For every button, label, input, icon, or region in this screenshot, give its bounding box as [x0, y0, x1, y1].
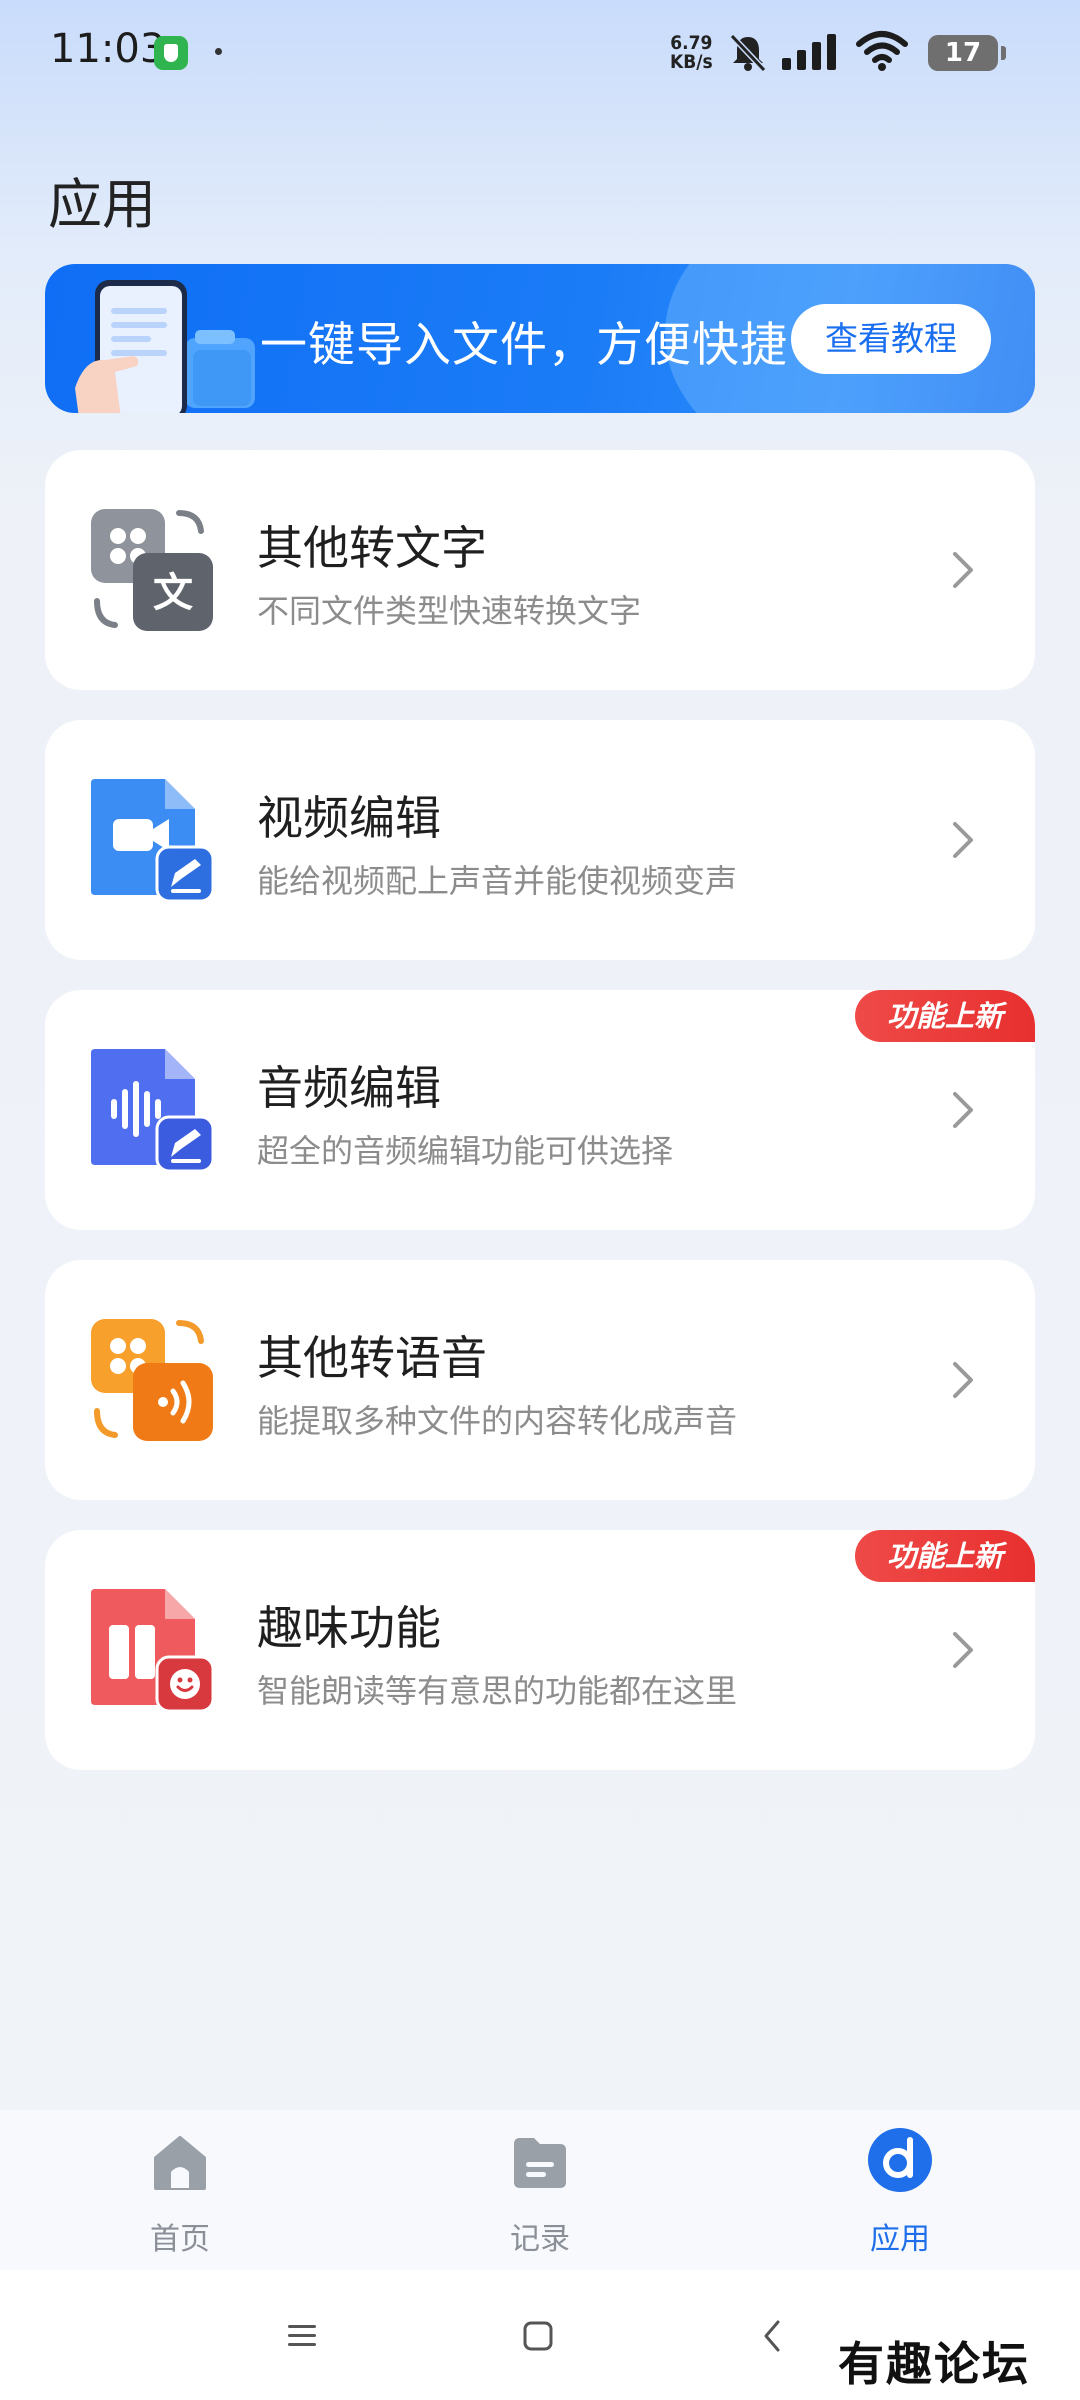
battery-indicator: 17 — [928, 35, 1006, 71]
home-icon — [154, 2136, 206, 2190]
tab-label: 首页 — [150, 2222, 210, 2257]
watermark: 有趣论坛 — [838, 2337, 1030, 2391]
view-tutorial-button[interactable]: 查看教程 — [791, 304, 991, 374]
card-subtitle: 超全的音频编辑功能可供选择 — [257, 1132, 674, 1170]
card-audio-edit[interactable]: 功能上新 音频编辑 超全的音频编辑功能可供选择 — [45, 990, 1035, 1230]
new-feature-badge: 功能上新 — [855, 990, 1035, 1042]
fun-feature-icon — [91, 1589, 215, 1713]
text-convert-icon: 文 — [91, 509, 213, 631]
card-subtitle: 智能朗读等有意思的功能都在这里 — [257, 1672, 738, 1710]
card-title: 趣味功能 — [257, 1601, 441, 1655]
card-title: 视频编辑 — [257, 791, 441, 845]
chevron-right-icon — [953, 1362, 973, 1398]
signal-icon — [782, 34, 836, 70]
chevron-right-icon — [953, 1092, 973, 1128]
tab-home[interactable]: 首页 — [100, 2132, 260, 2262]
banner-text: 一键导入文件，方便快捷 — [260, 318, 788, 373]
card-text-convert[interactable]: 文 其他转文字 不同文件类型快速转换文字 — [45, 450, 1035, 690]
status-time: 11:03 — [50, 26, 166, 72]
card-voice-convert[interactable]: 其他转语音 能提取多种文件的内容转化成声音 — [45, 1260, 1035, 1500]
audio-edit-icon — [91, 1049, 215, 1173]
svg-text:文: 文 — [153, 570, 193, 616]
phone-hand-illustration-icon — [75, 280, 255, 413]
chevron-right-icon — [953, 822, 973, 858]
network-speed-unit: KB/s — [670, 51, 713, 73]
new-feature-badge: 功能上新 — [855, 1530, 1035, 1582]
card-title: 其他转文字 — [257, 521, 487, 575]
menu-icon[interactable] — [286, 2322, 318, 2350]
video-edit-icon — [91, 779, 215, 903]
security-shield-icon — [154, 36, 188, 70]
card-fun-feature[interactable]: 功能上新 趣味功能 智能朗读等有意思的功能都在这里 — [45, 1530, 1035, 1770]
network-speed: 6.79 KB/s — [670, 34, 713, 72]
card-subtitle: 不同文件类型快速转换文字 — [257, 592, 642, 630]
chevron-right-icon — [953, 1632, 973, 1668]
folder-icon — [514, 2138, 566, 2188]
bottom-tab-bar: 首页 记录 应用 — [0, 2110, 1080, 2270]
back-icon[interactable] — [760, 2318, 784, 2354]
app-icon — [868, 2128, 932, 2192]
card-video-edit[interactable]: 视频编辑 能给视频配上声音并能使视频变声 — [45, 720, 1035, 960]
import-banner[interactable]: 一键导入文件，方便快捷 查看教程 — [45, 264, 1035, 413]
home-nav-icon[interactable] — [522, 2320, 554, 2352]
tab-apps[interactable]: 应用 — [820, 2128, 980, 2262]
notification-dot-icon — [215, 48, 222, 55]
card-subtitle: 能给视频配上声音并能使视频变声 — [257, 862, 738, 900]
wifi-icon — [856, 31, 908, 71]
card-subtitle: 能提取多种文件的内容转化成声音 — [257, 1402, 738, 1440]
card-title: 其他转语音 — [257, 1331, 487, 1385]
tab-label: 记录 — [510, 2222, 570, 2257]
mute-bell-icon — [729, 33, 767, 73]
tab-label: 应用 — [870, 2222, 930, 2257]
page-title: 应用 — [48, 173, 156, 236]
card-title: 音频编辑 — [257, 1061, 441, 1115]
voice-convert-icon — [91, 1319, 213, 1441]
tab-records[interactable]: 记录 — [460, 2132, 620, 2262]
chevron-right-icon — [953, 552, 973, 588]
